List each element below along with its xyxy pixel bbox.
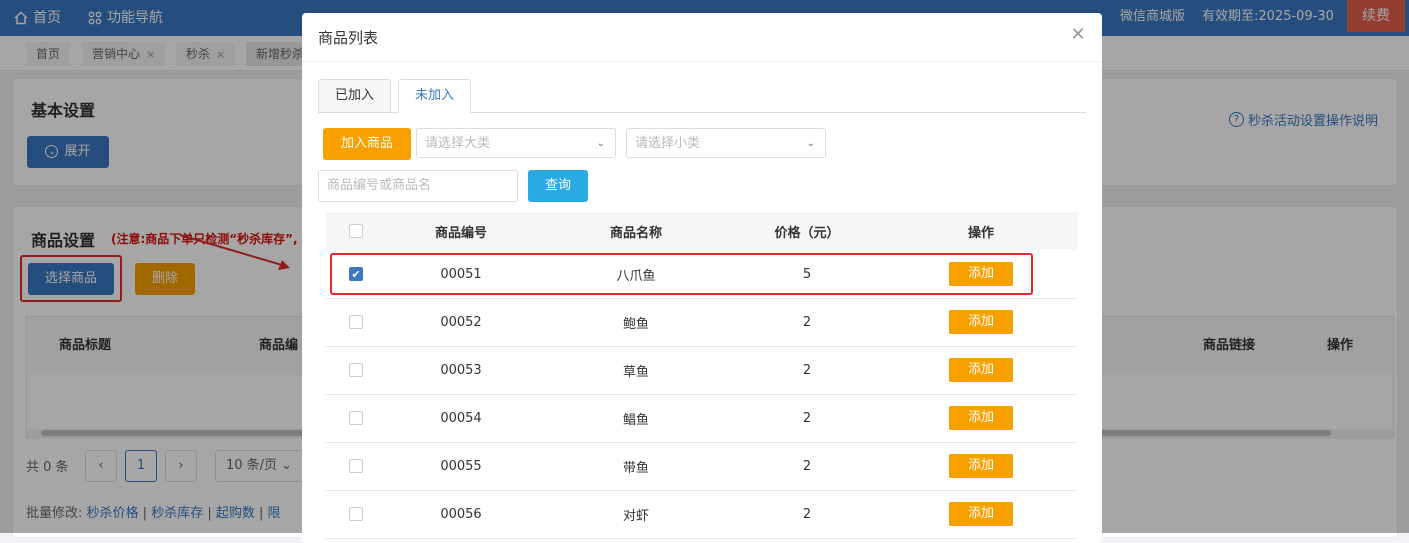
add-button[interactable]: 添加 [949, 310, 1013, 334]
subcategory-select[interactable]: 请选择小类 ⌄ [626, 128, 826, 158]
modal-title: 商品列表 [318, 29, 379, 47]
modal-header: 商品列表 ✕ [302, 13, 1102, 62]
cell-name: 带鱼 [622, 460, 649, 476]
cell-code: 00056 [440, 506, 482, 522]
row-checkbox[interactable] [349, 507, 363, 521]
header-action: 操作 [967, 225, 994, 241]
table-row[interactable]: 00052 鲍鱼 2 添加 [326, 298, 1078, 347]
row-checkbox[interactable] [349, 459, 363, 473]
add-goods-button[interactable]: 加入商品 [323, 128, 411, 160]
cell-code: 00052 [440, 314, 482, 330]
cell-price: 2 [802, 314, 812, 330]
row-checkbox[interactable] [349, 363, 363, 377]
row-checkbox[interactable] [349, 411, 363, 425]
search-input[interactable]: 商品编号或商品名 [318, 170, 518, 202]
cell-name: 鲍鱼 [622, 316, 649, 332]
table-row[interactable]: 00054 鲳鱼 2 添加 [326, 394, 1078, 443]
cell-code: 00055 [440, 458, 482, 474]
table-header: 商品编号 商品名称 价格（元） 操作 [326, 212, 1078, 250]
add-button[interactable]: 添加 [949, 358, 1013, 382]
header-price: 价格（元） [774, 225, 840, 241]
select-all-checkbox[interactable] [349, 224, 363, 238]
cell-price: 2 [802, 458, 812, 474]
cell-name: 对虾 [622, 508, 649, 524]
tab-added[interactable]: 已加入 [318, 79, 392, 113]
query-button[interactable]: 查询 [528, 170, 588, 202]
add-button[interactable]: 添加 [949, 406, 1013, 430]
header-code: 商品编号 [434, 225, 487, 241]
cell-code: 00053 [440, 362, 482, 378]
modal-tabs: 已加入 未加入 [318, 79, 1086, 113]
highlight-row [330, 253, 1033, 295]
cell-code: 00054 [440, 410, 482, 426]
chevron-down-icon: ⌄ [596, 138, 605, 149]
cell-price: 2 [802, 410, 812, 426]
add-button[interactable]: 添加 [949, 454, 1013, 478]
add-button[interactable]: 添加 [949, 502, 1013, 526]
cell-name: 草鱼 [622, 364, 649, 380]
table-row[interactable]: 00055 带鱼 2 添加 [326, 442, 1078, 491]
cell-price: 2 [802, 362, 812, 378]
table-row[interactable]: 00056 对虾 2 添加 [326, 490, 1078, 539]
header-name: 商品名称 [609, 225, 662, 241]
row-checkbox[interactable] [349, 315, 363, 329]
cell-price: 2 [802, 506, 812, 522]
cell-name: 鲳鱼 [622, 412, 649, 428]
close-icon[interactable]: ✕ [1068, 25, 1088, 45]
goods-list-modal: 商品列表 ✕ 已加入 未加入 加入商品 请选择大类 ⌄ 请选择小类 ⌄ 商品编号或商… [302, 13, 1102, 543]
table-row[interactable]: 00053 草鱼 2 添加 [326, 346, 1078, 395]
chevron-down-icon: ⌄ [806, 138, 815, 149]
category-select[interactable]: 请选择大类 ⌄ [416, 128, 616, 158]
tab-not-added[interactable]: 未加入 [398, 79, 472, 113]
